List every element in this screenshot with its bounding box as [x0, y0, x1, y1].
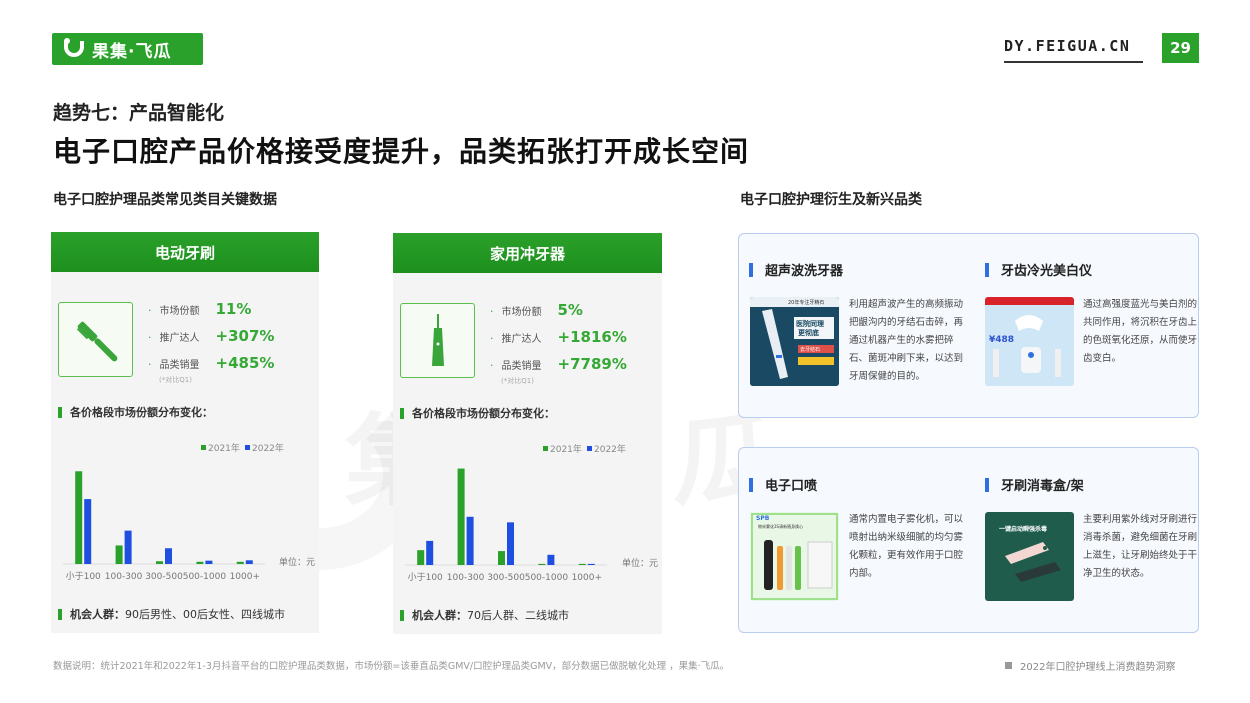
trend-kicker: 趋势七：产品智能化 [53, 102, 225, 124]
x-tick-label: 300-500 [487, 573, 525, 583]
new-category-panel-bottom: 电子口喷 SPB 物米雾化3S清新随身焕心 通常内置电子雾化机，可以喷射出纳米级… [738, 447, 1199, 633]
bar-2022 [84, 499, 92, 564]
x-tick-label: 100-300 [447, 573, 485, 583]
x-tick-label: 小于100 [408, 572, 443, 583]
bar-2022 [466, 516, 474, 565]
bar-2021 [196, 561, 204, 564]
water-flosser-icon [400, 303, 475, 378]
stat-market-share: · 市场份额 11% [148, 300, 252, 318]
card-title: 家用冲牙器 [393, 233, 662, 273]
x-tick-label: 小于100 [66, 571, 101, 582]
unit-label: 单位：元 [622, 557, 658, 569]
site-underline [1004, 61, 1143, 63]
category-title: 牙刷消毒盒/架 [985, 475, 1084, 494]
report-name: 2022年口腔护理线上消费趋势洞察 [1005, 658, 1175, 673]
page-title: 电子口腔产品价格接受度提升，品类拓张打开成长空间 [53, 135, 750, 168]
left-section-title: 电子口腔护理品类常见类目关键数据 [53, 192, 277, 208]
legend-label: 2021年 [550, 443, 582, 455]
stat-promoters: · 推广达人 +307% [148, 327, 275, 345]
category-description: 通过高强度蓝光与美白剂的共同作用，将沉积在牙齿上的色斑氧化还原，从而使牙齿变白。 [1083, 299, 1198, 364]
legend-swatch [245, 445, 250, 450]
bar-2022 [507, 522, 514, 565]
stat-note: (*对比Q1) [159, 376, 192, 384]
bar-2022 [205, 560, 213, 564]
price-share-bar-chart: 2021年 2022年小于100 100-300 300-500 500-1000 100… [405, 443, 658, 583]
card-title: 电动牙刷 [51, 232, 319, 272]
bar-2021 [417, 550, 425, 565]
brand-logo-icon [64, 38, 84, 57]
unit-label: 单位：元 [279, 556, 315, 568]
led-whitening-device-image: ¥488 [985, 297, 1074, 386]
legend-label: 2021年 [208, 442, 240, 454]
bar-2021 [115, 545, 123, 564]
bar-2022 [587, 563, 595, 565]
category-description: 主要利用紫外线对牙刷进行消毒杀菌，避免细菌在牙刷上滋生，让牙刷始终处于干净卫生的… [1083, 514, 1198, 579]
new-category-panel-top: 超声波洗牙器 20年专注牙精石 医院同理 更彻底 去牙结石 利用超声波产生的高频… [738, 233, 1199, 418]
card-electric-toothbrush: 电动牙刷 · 市场份额 11% · 推广达人 +307% · 品类销量 +485… [51, 232, 319, 633]
ultrasonic-scaler-product-image: 20年专注牙精石 医院同理 更彻底 去牙结石 [750, 297, 839, 386]
category-description: 通常内置电子雾化机，可以喷射出纳米级细腻的均匀雾化颗粒，更有效作用于口腔内部。 [849, 514, 964, 579]
bar-2021 [156, 561, 163, 564]
bar-2021 [236, 561, 244, 564]
category-title: 牙齿冷光美白仪 [985, 260, 1092, 279]
price-share-bar-chart: 2021年 2022年小于100 100-300 300-500 500-1000 100… [63, 442, 315, 582]
site-url[interactable]: DY.FEIGUA.CN [1004, 37, 1130, 55]
x-tick-label: 500-1000 [525, 573, 569, 583]
x-tick-label: 1000+ [230, 572, 260, 582]
stat-sales: · 品类销量 +485% [148, 354, 275, 372]
chart-title: 各价格段市场份额分布变化： [400, 405, 555, 421]
opportunity-crowd: 机会人群：90后男性、00后女性、四线城市 [58, 606, 285, 622]
x-tick-label: 1000+ [572, 573, 602, 583]
x-tick-label: 300-500 [145, 572, 183, 582]
bar-2022 [124, 530, 132, 564]
bar-2021 [498, 551, 505, 565]
bar-2021 [538, 563, 546, 565]
data-note: 数据说明：统计2021年和2022年1-3月抖音平台的口腔护理品类数据，市场份额… [53, 661, 730, 672]
brand-logo[interactable]: 果集·飞瓜 [52, 33, 203, 65]
page-number: 29 [1162, 33, 1199, 63]
opportunity-crowd: 机会人群：70后人群、二线城市 [400, 607, 569, 623]
legend-swatch [587, 446, 592, 451]
stat-sales: · 品类销量 +7789% [490, 355, 627, 373]
stat-market-share: · 市场份额 5% [490, 301, 583, 319]
category-description: 利用超声波产生的高频振动把龈沟内的牙结石击碎，再通过机器产生的水雾把碎石、菌斑冲… [849, 299, 964, 382]
stat-promoters: · 推广达人 +1816% [490, 328, 627, 346]
bar-2022 [165, 548, 172, 564]
right-section-title: 电子口腔护理衍生及新兴品类 [740, 192, 922, 208]
stat-note: (*对比Q1) [501, 377, 534, 385]
x-tick-label: 100-300 [105, 572, 143, 582]
category-title: 超声波洗牙器 [749, 260, 843, 279]
toothbrush-sterilizer-image: 一键启动瞬强杀毒 [985, 512, 1074, 601]
bar-2021 [457, 468, 465, 565]
oral-spray-product-image: SPB 物米雾化3S清新随身焕心 [750, 512, 839, 601]
legend-swatch [201, 445, 206, 450]
legend-label: 2022年 [252, 442, 284, 454]
brand-name: 果集·飞瓜 [92, 41, 172, 62]
x-tick-label: 500-1000 [183, 572, 227, 582]
toothbrush-icon [58, 302, 133, 377]
card-water-flosser: 家用冲牙器 · 市场份额 5% · 推广达人 +1816% · 品类销量 +77… [393, 233, 662, 634]
legend-label: 2022年 [594, 443, 626, 455]
bar-2022 [547, 554, 555, 565]
chart-title: 各价格段市场份额分布变化： [58, 404, 213, 420]
bar-2021 [578, 563, 586, 565]
category-title: 电子口喷 [749, 475, 817, 494]
bar-2022 [426, 540, 434, 565]
bar-2022 [245, 560, 253, 564]
legend-swatch [543, 446, 548, 451]
bar-2021 [75, 471, 83, 564]
